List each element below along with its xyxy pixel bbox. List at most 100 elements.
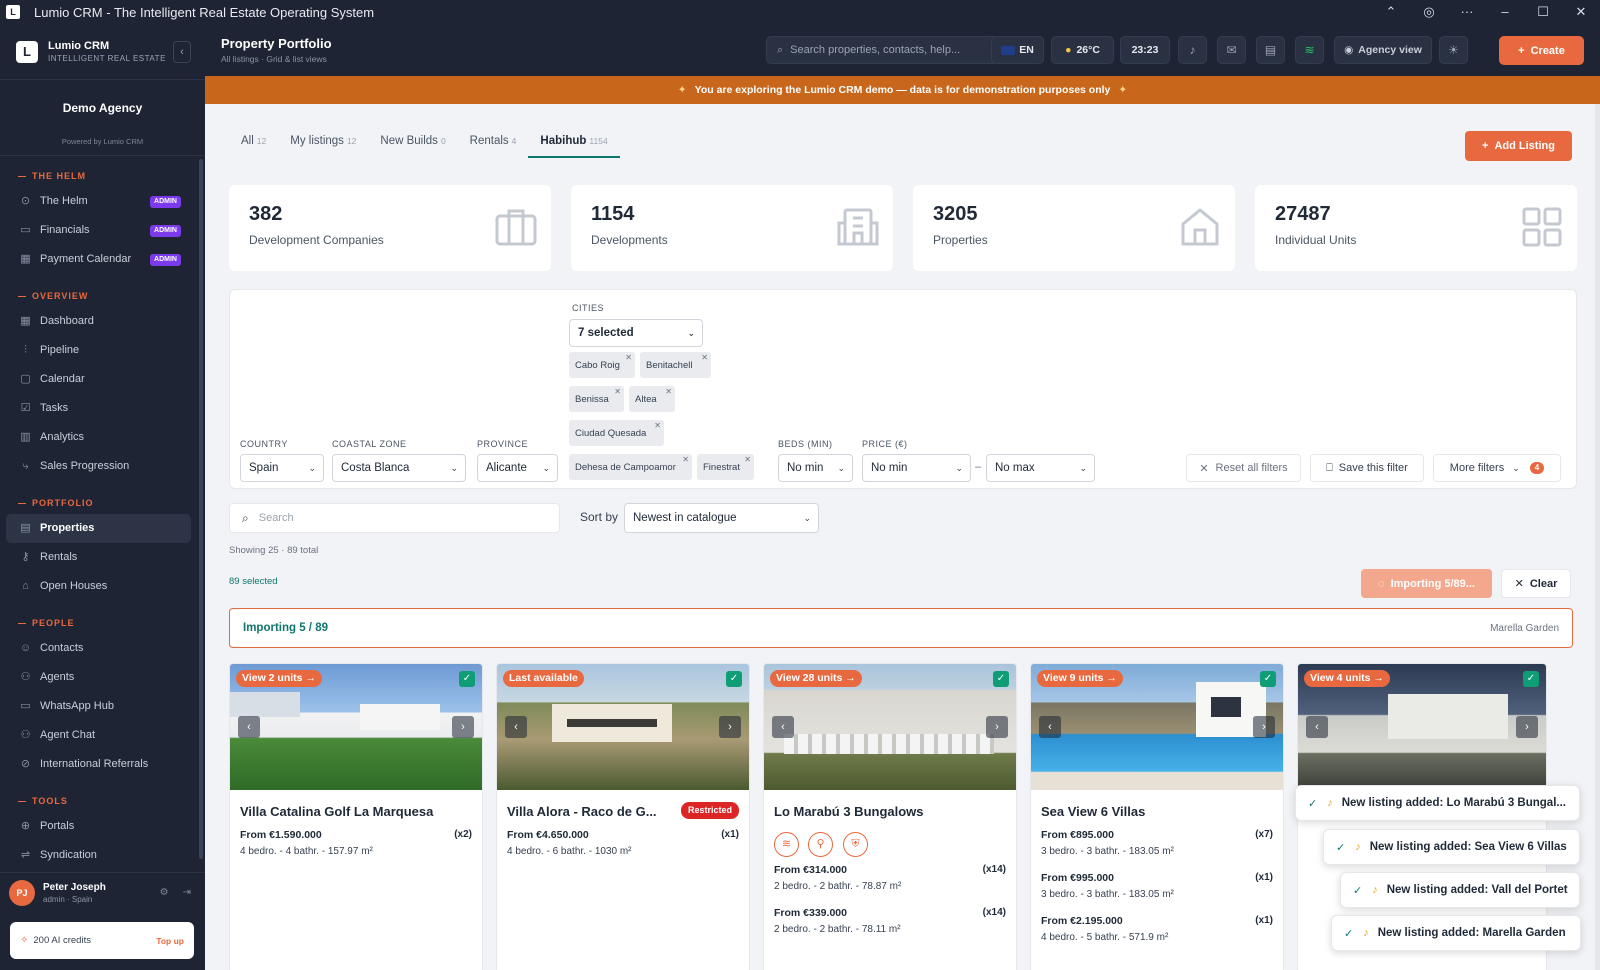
sidebar-item-dashboard[interactable]: ▦ Dashboard xyxy=(0,307,205,336)
next-photo-button[interactable]: › xyxy=(1516,716,1538,738)
close-window-button[interactable]: ✕ xyxy=(1562,4,1600,20)
sidebar-item-portals[interactable]: ⊕ Portals xyxy=(0,812,205,841)
bell-icon[interactable]: ♪ xyxy=(1178,36,1207,64)
add-listing-button[interactable]: + Add Listing xyxy=(1465,131,1572,161)
toast-notification[interactable]: ✓ ♪ New listing added: Lo Marabú 3 Bunga… xyxy=(1295,785,1580,821)
selected-checkbox[interactable]: ✓ xyxy=(1523,671,1539,687)
remove-tag-icon[interactable]: ✕ xyxy=(744,455,751,464)
language-selector[interactable]: EN xyxy=(991,36,1044,64)
toast-notification[interactable]: ✓ ♪ New listing added: Sea View 6 Villas xyxy=(1323,829,1580,865)
sidebar-item-agents[interactable]: ⚇ Agents xyxy=(0,663,205,692)
property-photo[interactable]: View 28 units → ✓ ‹ › xyxy=(764,664,1016,790)
prev-photo-button[interactable]: ‹ xyxy=(505,716,527,738)
global-search-input[interactable]: ⌕ Search properties, contacts, help... xyxy=(766,36,998,64)
view-units-pill[interactable]: View 2 units → xyxy=(236,670,322,687)
remove-tag-icon[interactable]: ✕ xyxy=(654,421,661,430)
save-filter-button[interactable]: ⎕ Save this filter xyxy=(1310,454,1424,482)
toast-notification[interactable]: ✓ ♪ New listing added: Vall del Portet xyxy=(1340,872,1580,908)
mail-icon[interactable]: ✉ xyxy=(1217,36,1246,64)
property-card[interactable]: Last available ✓ ‹ › Villa Alora - Raco … xyxy=(496,663,750,970)
sidebar-item-contacts[interactable]: ☺ Contacts xyxy=(0,634,205,663)
next-photo-button[interactable]: › xyxy=(452,716,474,738)
avatar[interactable]: PJ xyxy=(9,879,35,906)
country-select[interactable]: Spain ⌄ xyxy=(240,454,324,482)
listing-search-input[interactable]: ⌕ Search xyxy=(229,503,560,533)
collapse-sidebar-button[interactable]: ‹ xyxy=(173,40,191,63)
property-photo[interactable]: View 9 units → ✓ ‹ › xyxy=(1031,664,1283,790)
property-card[interactable]: View 28 units → ✓ ‹ › Lo Marabú 3 Bungal… xyxy=(763,663,1017,970)
toast-notification[interactable]: ✓ ♪ New listing added: Marella Garden xyxy=(1331,915,1581,951)
sidebar-item-the-helm[interactable]: ⊙ The Helm ADMIN xyxy=(0,187,205,216)
more-icon[interactable]: ··· xyxy=(1448,4,1486,20)
sidebar-item-payment-calendar[interactable]: ▦ Payment Calendar ADMIN xyxy=(0,245,205,274)
sidebar-item-financials[interactable]: ▭ Financials ADMIN xyxy=(0,216,205,245)
selected-checkbox[interactable]: ✓ xyxy=(1260,671,1276,687)
property-name[interactable]: Sea View 6 Villas xyxy=(1041,804,1145,819)
price-max-select[interactable]: No max ⌄ xyxy=(986,454,1095,482)
next-photo-button[interactable]: › xyxy=(719,716,741,738)
property-name[interactable]: Villa Alora - Raco de G... xyxy=(507,804,657,819)
property-photo[interactable]: View 2 units → ✓ ‹ › xyxy=(230,664,482,790)
tab-my-listings[interactable]: My listings 12 xyxy=(278,128,368,158)
property-name[interactable]: Lo Marabú 3 Bungalows xyxy=(774,804,924,819)
minimize-button[interactable]: – xyxy=(1486,4,1524,20)
remove-tag-icon[interactable]: ✕ xyxy=(625,353,632,362)
tab-rentals[interactable]: Rentals 4 xyxy=(458,128,529,158)
top-up-button[interactable]: Top up xyxy=(156,936,184,946)
prev-photo-button[interactable]: ‹ xyxy=(1306,716,1328,738)
view-units-pill[interactable]: View 4 units → xyxy=(1304,670,1390,687)
view-units-pill[interactable]: View 9 units → xyxy=(1037,670,1123,687)
importing-button[interactable]: ◌ Importing 5/89... xyxy=(1361,569,1492,598)
property-card[interactable]: View 9 units → ✓ ‹ › Sea View 6 Villas F… xyxy=(1030,663,1284,970)
remove-tag-icon[interactable]: ✕ xyxy=(682,455,689,464)
agency-view-button[interactable]: ◉ Agency view xyxy=(1334,36,1432,64)
property-card[interactable]: View 2 units → ✓ ‹ › Villa Catalina Golf… xyxy=(229,663,483,970)
sidebar-item-properties[interactable]: ▤ Properties xyxy=(6,514,191,543)
sidebar-item-analytics[interactable]: ▥ Analytics xyxy=(0,423,205,452)
cities-select[interactable]: 7 selected ⌄ xyxy=(569,319,703,347)
sidebar-item-whatsapp-hub[interactable]: ▭ WhatsApp Hub xyxy=(0,692,205,721)
selected-checkbox[interactable]: ✓ xyxy=(726,671,742,687)
sort-select[interactable]: Newest in catalogue ⌄ xyxy=(624,503,819,533)
property-name[interactable]: Villa Catalina Golf La Marquesa xyxy=(240,804,433,819)
remove-tag-icon[interactable]: ✕ xyxy=(665,387,672,396)
maximize-button[interactable]: ☐ xyxy=(1524,4,1562,20)
sidebar-item-open-houses[interactable]: ⌂ Open Houses xyxy=(0,572,205,601)
sidebar-item-international-referrals[interactable]: ⊘ International Referrals xyxy=(0,750,205,779)
sidebar-item-syndication[interactable]: ⇌ Syndication xyxy=(0,841,205,870)
sidebar-item-pipeline[interactable]: ⫶ Pipeline xyxy=(0,336,205,365)
settings-icon[interactable]: ⚙ xyxy=(160,887,169,898)
next-photo-button[interactable]: › xyxy=(1253,716,1275,738)
coastal-zone-select[interactable]: Costa Blanca ⌄ xyxy=(332,454,466,482)
prev-photo-button[interactable]: ‹ xyxy=(238,716,260,738)
document-icon[interactable]: ▤ xyxy=(1256,36,1285,64)
main-scrollbar[interactable] xyxy=(1595,104,1600,970)
property-photo[interactable]: Last available ✓ ‹ › xyxy=(497,664,749,790)
chevron-up-icon[interactable]: ⌃ xyxy=(1372,4,1410,20)
tab-habihub[interactable]: Habihub 1154 xyxy=(528,128,620,158)
sidebar-item-agent-chat[interactable]: ⚇ Agent Chat xyxy=(0,721,205,750)
remove-tag-icon[interactable]: ✕ xyxy=(701,353,708,362)
selected-checkbox[interactable]: ✓ xyxy=(459,671,475,687)
sidebar-item-tasks[interactable]: ☑ Tasks xyxy=(0,394,205,423)
selected-checkbox[interactable]: ✓ xyxy=(993,671,1009,687)
theme-toggle-icon[interactable]: ☀ xyxy=(1439,36,1468,64)
reset-filters-button[interactable]: ✕ Reset all filters xyxy=(1186,454,1301,482)
price-min-select[interactable]: No min ⌄ xyxy=(862,454,971,482)
prev-photo-button[interactable]: ‹ xyxy=(1039,716,1061,738)
create-button[interactable]: + Create xyxy=(1499,36,1584,65)
sidebar-item-calendar[interactable]: ▢ Calendar xyxy=(0,365,205,394)
weather-widget[interactable]: ● 26°C xyxy=(1051,36,1114,64)
logout-icon[interactable]: ⇥ xyxy=(183,887,191,898)
next-photo-button[interactable]: › xyxy=(986,716,1008,738)
property-photo[interactable]: View 4 units → ✓ ‹ › xyxy=(1298,664,1546,790)
tab-new-builds[interactable]: New Builds 0 xyxy=(368,128,457,158)
beds-select[interactable]: No min ⌄ xyxy=(778,454,853,482)
sidebar-scrollbar[interactable] xyxy=(199,159,203,859)
location-icon[interactable]: ◎ xyxy=(1410,4,1448,20)
clear-selection-button[interactable]: ✕ Clear xyxy=(1501,569,1571,598)
wifi-icon[interactable]: ≋ xyxy=(1295,36,1324,64)
province-select[interactable]: Alicante ⌄ xyxy=(477,454,558,482)
sidebar-item-rentals[interactable]: ⚷ Rentals xyxy=(0,543,205,572)
prev-photo-button[interactable]: ‹ xyxy=(772,716,794,738)
